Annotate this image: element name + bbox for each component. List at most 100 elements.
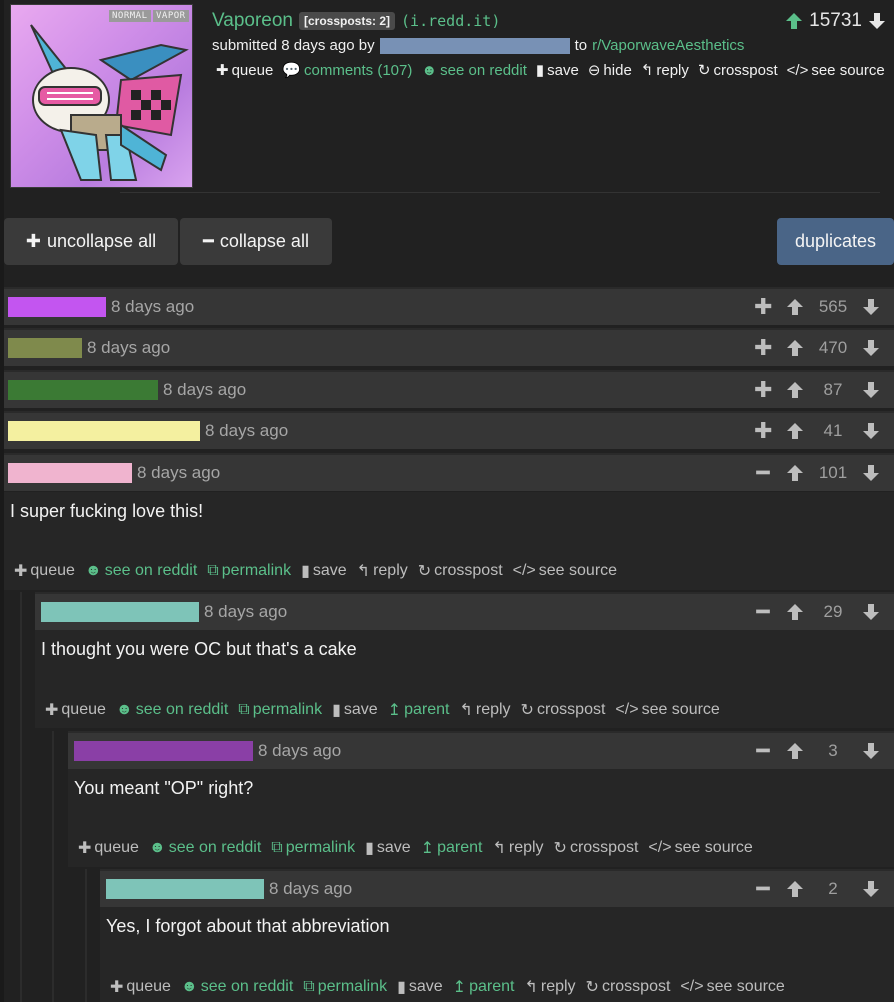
duplicates-button[interactable]: duplicates xyxy=(777,218,894,265)
collapse-icon[interactable]: ━ xyxy=(754,460,772,486)
downvote-icon[interactable] xyxy=(862,422,880,440)
see-on-reddit-link[interactable]: ☻ see on reddit xyxy=(149,839,261,857)
author-redacted[interactable] xyxy=(379,37,570,54)
author-redacted-bar[interactable] xyxy=(8,421,200,441)
reply-button[interactable]: ↰ reply xyxy=(459,700,510,720)
nesting-line[interactable] xyxy=(85,869,87,1002)
collapse-icon[interactable]: ━ xyxy=(754,738,772,764)
permalink-link[interactable]: ⧉ permalink xyxy=(207,562,291,580)
upvote-icon[interactable] xyxy=(786,422,804,440)
collapse-all-button[interactable]: ━ collapse all xyxy=(180,218,332,265)
permalink-link[interactable]: ⧉ permalink xyxy=(303,978,387,996)
see-source-label: see source xyxy=(641,701,720,718)
author-redacted-bar[interactable] xyxy=(8,380,158,400)
expand-icon[interactable]: ✚ xyxy=(754,418,772,444)
downvote-icon[interactable] xyxy=(862,298,880,316)
crosspost-badge[interactable]: [crossposts: 2] xyxy=(299,12,396,30)
expand-icon[interactable]: ✚ xyxy=(754,377,772,403)
comment-row-expanded[interactable]: 8 days ago ━ 101 xyxy=(4,453,894,491)
see-source-button[interactable]: </> see source xyxy=(787,61,885,79)
crosspost-button[interactable]: ↻ crosspost xyxy=(698,61,778,80)
see-on-reddit-link[interactable]: ☻ see on reddit xyxy=(421,61,527,79)
comment-row-expanded[interactable]: 8 days ago ━ 2 xyxy=(100,869,894,907)
comment-row-collapsed[interactable]: 8 days ago ✚ 41 xyxy=(4,411,894,449)
see-source-button[interactable]: </> see source xyxy=(648,839,752,857)
post-title[interactable]: Vaporeon xyxy=(212,10,293,32)
author-redacted-bar[interactable] xyxy=(8,297,106,317)
crosspost-button[interactable]: ↻ crosspost xyxy=(418,561,503,581)
nesting-line[interactable] xyxy=(20,592,22,1002)
queue-button[interactable]: ✚ queue xyxy=(110,977,171,997)
collapse-icon[interactable]: ━ xyxy=(754,599,772,625)
comment-text: Yes, I forgot about that abbreviation xyxy=(106,916,390,936)
upvote-icon[interactable] xyxy=(786,603,804,621)
author-redacted-bar[interactable] xyxy=(106,879,264,899)
upvote-icon[interactable] xyxy=(786,880,804,898)
downvote-icon[interactable] xyxy=(862,464,880,482)
downvote-icon[interactable] xyxy=(862,381,880,399)
post-domain[interactable]: (i.redd.it) xyxy=(401,12,500,30)
comment-row-collapsed[interactable]: 8 days ago ✚ 565 xyxy=(4,287,894,325)
see-source-button[interactable]: </> see source xyxy=(680,978,784,996)
see-source-button[interactable]: </> see source xyxy=(513,562,617,580)
uncollapse-all-button[interactable]: ✚ uncollapse all xyxy=(4,218,178,265)
see-on-reddit-link[interactable]: ☻ see on reddit xyxy=(85,562,197,580)
comment-row-collapsed[interactable]: 8 days ago ✚ 470 xyxy=(4,328,894,366)
expand-icon[interactable]: ✚ xyxy=(754,335,772,361)
upvote-icon[interactable] xyxy=(786,742,804,760)
permalink-link[interactable]: ⧉ permalink xyxy=(271,839,355,857)
reply-button[interactable]: ↰ reply xyxy=(641,61,689,80)
author-redacted-bar[interactable] xyxy=(8,463,132,483)
parent-link[interactable]: ↥ parent xyxy=(388,700,450,720)
queue-button[interactable]: ✚ queue xyxy=(45,700,106,720)
subreddit-link[interactable]: r/VaporwaveAesthetics xyxy=(592,37,744,54)
comment-row-expanded[interactable]: 8 days ago ━ 3 xyxy=(68,731,894,769)
post-title-row: Vaporeon [crossposts: 2] (i.redd.it) xyxy=(212,10,500,32)
plus-icon: ✚ xyxy=(14,563,28,580)
nesting-line[interactable] xyxy=(52,731,54,1002)
hide-button[interactable]: ⊖ hide xyxy=(588,61,632,80)
see-on-reddit-link[interactable]: ☻ see on reddit xyxy=(181,978,293,996)
downvote-icon[interactable] xyxy=(862,339,880,357)
parent-link[interactable]: ↥ parent xyxy=(421,838,483,858)
queue-button[interactable]: ✚ queue xyxy=(216,61,273,80)
queue-button[interactable]: ✚ queue xyxy=(78,838,139,858)
crosspost-button[interactable]: ↻ crosspost xyxy=(554,838,639,858)
comments-link[interactable]: 💬 comments (107) xyxy=(282,61,412,80)
queue-button[interactable]: ✚ queue xyxy=(14,561,75,581)
permalink-link[interactable]: ⧉ permalink xyxy=(238,701,322,719)
save-button[interactable]: ▮ save xyxy=(365,838,411,858)
collapse-icon[interactable]: ━ xyxy=(754,876,772,902)
upvote-icon[interactable] xyxy=(786,381,804,399)
downvote-icon[interactable] xyxy=(862,880,880,898)
crosspost-button[interactable]: ↻ crosspost xyxy=(586,977,671,997)
downvote-icon[interactable] xyxy=(868,12,886,30)
see-source-button[interactable]: </> see source xyxy=(615,701,719,719)
see-on-reddit-label: see on reddit xyxy=(200,978,294,995)
save-button[interactable]: ▮ save xyxy=(397,977,443,997)
upvote-icon[interactable] xyxy=(786,464,804,482)
save-button[interactable]: ▮ save xyxy=(332,700,378,720)
upvote-icon[interactable] xyxy=(785,12,803,30)
upvote-icon[interactable] xyxy=(786,339,804,357)
see-on-reddit-link[interactable]: ☻ see on reddit xyxy=(116,701,228,719)
permalink-label: permalink xyxy=(221,562,292,579)
parent-link[interactable]: ↥ parent xyxy=(453,977,515,997)
save-button[interactable]: ▮ save xyxy=(301,561,347,581)
expand-icon[interactable]: ✚ xyxy=(754,294,772,320)
reply-button[interactable]: ↰ reply xyxy=(357,561,408,581)
crosspost-button[interactable]: ↻ crosspost xyxy=(521,700,606,720)
downvote-icon[interactable] xyxy=(862,603,880,621)
reddit-icon: ☻ xyxy=(148,839,166,856)
author-redacted-bar[interactable] xyxy=(8,338,82,358)
reply-button[interactable]: ↰ reply xyxy=(492,838,543,858)
reply-button[interactable]: ↰ reply xyxy=(524,977,575,997)
post-thumbnail[interactable]: NORMAL VAPOR xyxy=(10,4,193,188)
downvote-icon[interactable] xyxy=(862,742,880,760)
comment-row-collapsed[interactable]: 8 days ago ✚ 87 xyxy=(4,370,894,408)
author-redacted-bar[interactable] xyxy=(41,602,199,622)
author-redacted-bar[interactable] xyxy=(74,741,253,761)
comment-row-expanded[interactable]: 8 days ago ━ 29 xyxy=(35,592,894,630)
save-button[interactable]: ▮ save xyxy=(536,61,579,80)
upvote-icon[interactable] xyxy=(786,298,804,316)
